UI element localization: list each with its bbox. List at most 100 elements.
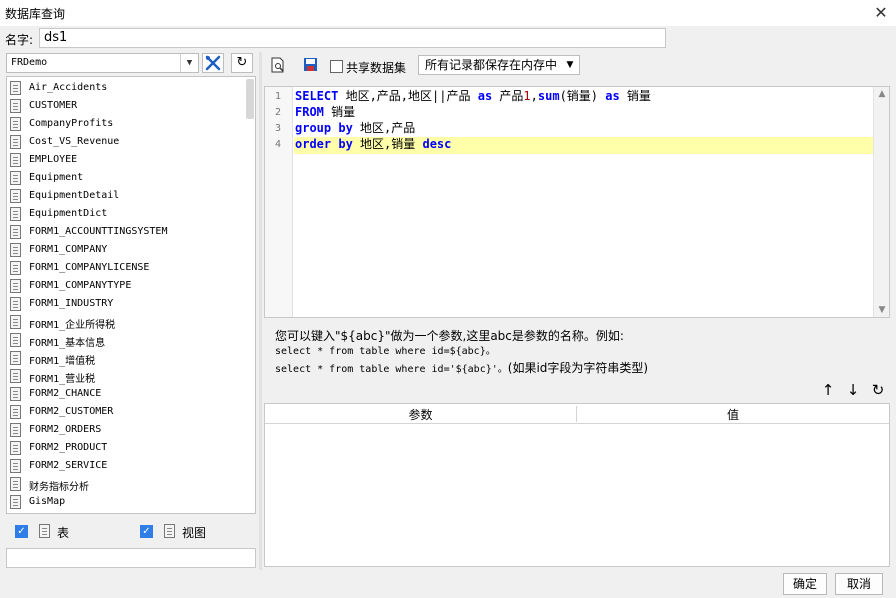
- scroll-up-icon[interactable]: ▲: [874, 87, 889, 101]
- title-bar: 数据库查询 ✕: [0, 0, 896, 26]
- save-query-button[interactable]: [298, 54, 322, 76]
- table-list-item[interactable]: EquipmentDict: [7, 205, 247, 223]
- chevron-down-icon[interactable]: ▼: [180, 54, 198, 72]
- sql-keyword: desc: [422, 137, 452, 151]
- table-list[interactable]: Air_Accidents CUSTOMER CompanyProfits Cost_…: [6, 76, 256, 514]
- param-value-header[interactable]: 值: [577, 406, 889, 423]
- connection-settings-button[interactable]: [202, 53, 224, 73]
- table-icon: [10, 405, 21, 419]
- sql-keyword: FROM: [295, 105, 324, 119]
- panel-splitter[interactable]: [259, 52, 262, 570]
- preview-icon: [271, 57, 284, 73]
- table-icon: [10, 297, 21, 311]
- table-icon: [39, 524, 50, 538]
- line-number: 1: [274, 91, 281, 102]
- table-list-item[interactable]: CUSTOMER: [7, 97, 247, 115]
- code-line: SELECT 地区,产品,地区||产品 as 产品1,sum(销量) as 销量: [295, 88, 651, 104]
- preview-button[interactable]: [266, 54, 290, 76]
- table-search-input[interactable]: [6, 548, 256, 568]
- table-icon: [10, 441, 21, 455]
- share-dataset-checkbox[interactable]: [330, 60, 343, 73]
- refresh-button[interactable]: ↻: [231, 53, 253, 73]
- parameter-table[interactable]: 参数 值: [264, 403, 890, 567]
- datasource-select[interactable]: FRDemo ▼: [6, 53, 199, 73]
- parameter-table-header: 参数 值: [265, 404, 889, 424]
- table-name: FORM1_企业所得税: [29, 320, 116, 331]
- move-down-button[interactable]: ↓: [843, 380, 863, 400]
- close-icon[interactable]: ✕: [866, 0, 896, 26]
- table-icon: [10, 225, 21, 239]
- table-icon: [10, 99, 21, 113]
- table-filter-label: 表: [57, 526, 70, 540]
- code-line: group by 地区,产品: [295, 120, 415, 136]
- table-name: FORM1_基本信息: [29, 338, 106, 349]
- table-list-item[interactable]: FORM1_COMPANYLICENSE: [7, 259, 247, 277]
- editor-scrollbar[interactable]: ▲ ▼: [873, 87, 889, 317]
- sql-editor[interactable]: 1234 ▲ ▼ SELECT 地区,产品,地区||产品 as 产品1,sum(…: [264, 86, 890, 318]
- table-name: FORM1_COMPANY: [29, 244, 108, 255]
- table-list-item[interactable]: FORM1_增值税: [7, 349, 247, 367]
- table-list-item[interactable]: EMPLOYEE: [7, 151, 247, 169]
- table-list-item[interactable]: FORM2_CHANCE: [7, 385, 247, 403]
- table-name: Equipment: [29, 172, 84, 183]
- sql-keyword: sum: [537, 89, 560, 103]
- table-list-item[interactable]: FORM2_CUSTOMER: [7, 403, 247, 421]
- table-icon: [10, 117, 21, 131]
- line-number: 2: [274, 107, 281, 118]
- table-icon: [10, 351, 21, 365]
- table-list-item[interactable]: FORM2_SERVICE: [7, 457, 247, 475]
- move-up-button[interactable]: ↑: [818, 380, 838, 400]
- table-name: FORM1_COMPANYLICENSE: [29, 262, 150, 273]
- storage-mode-value: 所有记录都保存在内存中: [425, 58, 558, 72]
- table-name: Cost_VS_Revenue: [29, 136, 120, 147]
- table-list-item[interactable]: FORM1_INDUSTRY: [7, 295, 247, 313]
- table-list-item[interactable]: FORM1_营业税: [7, 367, 247, 385]
- table-list-item[interactable]: FORM2_PRODUCT: [7, 439, 247, 457]
- table-list-item[interactable]: FORM1_COMPANYTYPE: [7, 277, 247, 295]
- table-name: FORM2_SERVICE: [29, 460, 108, 471]
- table-icon: [10, 171, 21, 185]
- sql-token: 地区,销量: [352, 137, 423, 151]
- table-icon: [10, 315, 21, 329]
- list-scrollbar[interactable]: [246, 79, 254, 119]
- table-list-item[interactable]: FORM1_基本信息: [7, 331, 247, 349]
- table-list-item[interactable]: FORM1_ACCOUNTTINGSYSTEM: [7, 223, 247, 241]
- share-dataset-label: 共享数据集: [346, 61, 407, 75]
- sql-keyword: group by: [295, 121, 353, 135]
- table-list-item[interactable]: FORM2_ORDERS: [7, 421, 247, 439]
- name-input[interactable]: ds1: [39, 28, 666, 48]
- table-list-item[interactable]: FORM1_企业所得税: [7, 313, 247, 331]
- refresh-icon: ↻: [871, 381, 885, 399]
- storage-mode-select[interactable]: 所有记录都保存在内存中 ▼: [418, 55, 580, 75]
- table-icon: [10, 333, 21, 347]
- refresh-params-button[interactable]: ↻: [868, 380, 888, 400]
- code-line: FROM 销量: [295, 104, 355, 120]
- table-list-item[interactable]: Equipment: [7, 169, 247, 187]
- table-list-item[interactable]: Cost_VS_Revenue: [7, 133, 247, 151]
- table-icon: [10, 207, 21, 221]
- table-list-item[interactable]: 财务指标分析: [7, 475, 247, 493]
- table-list-item[interactable]: CompanyProfits: [7, 115, 247, 133]
- table-list-item[interactable]: GisMap: [7, 493, 247, 511]
- table-icon: [10, 459, 21, 473]
- table-icon: [10, 189, 21, 203]
- table-list-item[interactable]: FORM1_COMPANY: [7, 241, 247, 259]
- table-list-item[interactable]: EquipmentDetail: [7, 187, 247, 205]
- table-icon: [10, 477, 21, 491]
- table-icon: [10, 495, 21, 509]
- chevron-down-icon[interactable]: ▼: [561, 56, 579, 74]
- view-filter-checkbox[interactable]: ✓: [140, 525, 153, 538]
- ok-button[interactable]: 确定: [783, 573, 827, 595]
- hint-line-2: select * from table where id=${abc}。: [275, 346, 496, 357]
- table-list-item[interactable]: Air_Accidents: [7, 79, 247, 97]
- table-name: FORM2_CHANCE: [29, 388, 102, 399]
- table-name: FORM2_CUSTOMER: [29, 406, 114, 417]
- scroll-down-icon[interactable]: ▼: [874, 303, 889, 317]
- param-name-header[interactable]: 参数: [265, 406, 576, 423]
- left-panel: FRDemo ▼ ↻ Air_Accidents CUSTOMER CompanyP…: [5, 52, 257, 570]
- filter-row: ✓ 表 ✓ 视图: [6, 518, 256, 546]
- sql-keyword: order by: [295, 137, 353, 151]
- sql-token: 产品: [492, 89, 524, 103]
- table-filter-checkbox[interactable]: ✓: [15, 525, 28, 538]
- cancel-button[interactable]: 取消: [835, 573, 883, 595]
